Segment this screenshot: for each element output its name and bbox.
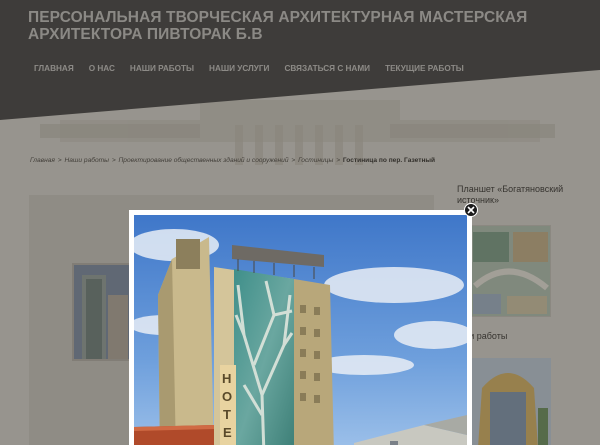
hotel-sign-letter: H bbox=[222, 371, 231, 386]
close-icon bbox=[467, 206, 475, 214]
hotel-sign-letter: O bbox=[222, 389, 232, 404]
lightbox-image[interactable]: H O T E bbox=[134, 215, 467, 445]
hotel-sign-letter: E bbox=[223, 425, 232, 440]
lightbox-close-button[interactable] bbox=[464, 203, 478, 217]
hotel-sign-letter: T bbox=[223, 407, 231, 422]
lightbox: H O T E bbox=[129, 210, 472, 445]
